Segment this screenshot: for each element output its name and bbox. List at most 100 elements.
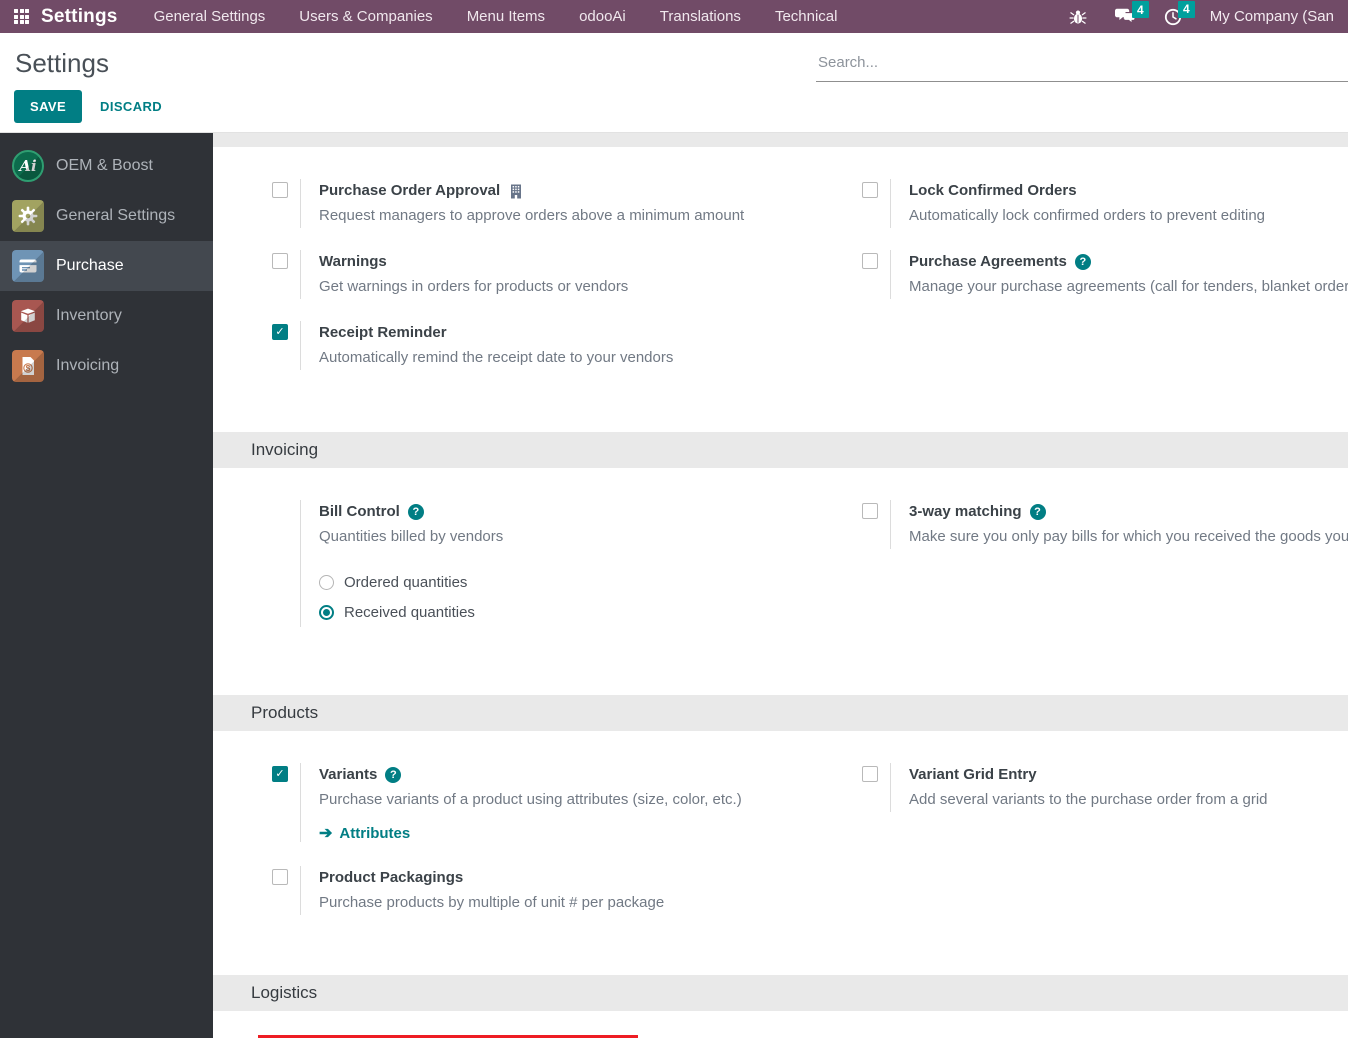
setting-description: Purchase variants of a product using att… <box>319 791 742 808</box>
sidebar-item-label: Purchase <box>56 257 124 274</box>
enterprise-building-icon <box>508 183 524 200</box>
setting-description: Make sure you only pay bills for which y… <box>909 528 1348 545</box>
sidebar-item-inventory[interactable]: Inventory <box>0 291 213 341</box>
ai-logo-icon: Ai <box>12 150 44 182</box>
apps-grid-icon[interactable] <box>14 9 29 24</box>
search-input[interactable] <box>816 46 1348 82</box>
setting-description: Add several variants to the purchase ord… <box>909 791 1268 808</box>
setting-product-packagings: ✓ Product Packagings Purchase products b… <box>213 866 850 915</box>
sidebar-item-label: General Settings <box>56 207 176 224</box>
three-way-matching-checkbox[interactable]: ✓ <box>862 503 878 519</box>
gear-icon <box>12 200 44 232</box>
control-panel: Settings SAVE DISCARD <box>0 33 1348 133</box>
sidebar-item-invoicing[interactable]: $ Invoicing <box>0 341 213 391</box>
purchase-agreements-checkbox[interactable]: ✓ <box>862 253 878 269</box>
radio-label: Received quantities <box>344 603 475 621</box>
purchase-card-icon <box>12 250 44 282</box>
setting-label: Purchase Order Approval <box>319 182 501 199</box>
setting-label: Product Packagings <box>319 869 464 886</box>
bill-control-options: Ordered quantities Received quantities <box>319 567 503 627</box>
setting-purchase-order-approval: ✓ Purchase Order Approval Request manage… <box>213 179 850 228</box>
save-button[interactable]: SAVE <box>14 90 83 123</box>
search-box <box>816 46 1348 82</box>
settings-sidebar: Ai OEM & Boost General Settings Purchase… <box>0 133 213 1038</box>
company-switcher[interactable]: My Company (San <box>1210 8 1334 25</box>
app-title[interactable]: Settings <box>41 6 118 28</box>
section-header-products: Products <box>213 695 1348 731</box>
activities-badge: 4 <box>1177 0 1195 18</box>
setting-lock-confirmed-orders: ✓ Lock Confirmed Orders Automatically lo… <box>850 179 1348 228</box>
section-products: ✓ Variants ? Purchase variants of a prod… <box>213 731 1348 975</box>
help-icon[interactable]: ? <box>1074 254 1091 270</box>
menu-odooai[interactable]: odooAi <box>579 8 626 25</box>
product-packagings-checkbox[interactable]: ✓ <box>272 869 288 885</box>
top-navbar: Settings General Settings Users & Compan… <box>0 0 1348 33</box>
arrow-right-icon: ➔ <box>319 824 333 842</box>
setting-description: Request managers to approve orders above… <box>319 207 745 224</box>
setting-description: Automatically remind the receipt date to… <box>319 349 674 366</box>
help-icon[interactable]: ? <box>407 504 424 520</box>
discard-button[interactable]: DISCARD <box>100 99 162 114</box>
setting-label: Receipt Reminder <box>319 324 447 341</box>
radio-label: Ordered quantities <box>344 573 468 591</box>
messages-badge: 4 <box>1131 1 1149 18</box>
setting-purchase-agreements: ✓ Purchase Agreements ? Manage your purc… <box>850 250 1348 299</box>
bug-icon[interactable] <box>1069 9 1087 25</box>
section-header-orders: Orders <box>213 133 1348 147</box>
setting-label: Lock Confirmed Orders <box>909 182 1077 199</box>
page-title: Settings <box>15 48 109 78</box>
section-logistics: ✓ Vendor Default Picking Incoming Done <box>213 1011 1348 1038</box>
inventory-box-icon <box>12 300 44 332</box>
menu-general-settings[interactable]: General Settings <box>154 8 266 25</box>
setting-description: Get warnings in orders for products or v… <box>319 278 629 295</box>
received-quantities-radio[interactable] <box>319 604 334 620</box>
navbar-right: 4 4 My Company (San <box>1069 0 1334 26</box>
section-header-logistics: Logistics <box>213 975 1348 1011</box>
svg-text:$: $ <box>26 363 31 373</box>
help-icon[interactable]: ? <box>385 767 402 783</box>
menu-technical[interactable]: Technical <box>775 8 838 25</box>
setting-variants: ✓ Variants ? Purchase variants of a prod… <box>213 763 850 842</box>
setting-label: 3-way matching <box>909 503 1022 520</box>
setting-description: Purchase products by multiple of unit # … <box>319 894 665 911</box>
menu-menu-items[interactable]: Menu Items <box>467 8 545 25</box>
receipt-reminder-checkbox[interactable]: ✓ <box>272 324 288 340</box>
variant-grid-entry-checkbox[interactable]: ✓ <box>862 766 878 782</box>
messages-icon[interactable]: 4 <box>1114 1 1149 25</box>
section-orders: ✓ Purchase Order Approval Request manage… <box>213 147 1348 432</box>
ordered-quantities-radio[interactable] <box>319 574 334 590</box>
setting-label: Purchase Agreements <box>909 253 1067 270</box>
setting-three-way-matching: ✓ 3-way matching ? Make sure you only pa… <box>850 500 1348 549</box>
sidebar-item-purchase[interactable]: Purchase <box>0 241 213 291</box>
sidebar-item-label: Invoicing <box>56 357 120 374</box>
setting-bill-control: Bill Control ? Quantities billed by vend… <box>213 500 850 627</box>
setting-description: Automatically lock confirmed orders to p… <box>909 207 1266 224</box>
attributes-link[interactable]: ➔ Attributes <box>319 825 742 842</box>
sidebar-item-label: OEM & Boost <box>56 157 153 174</box>
activities-clock-icon[interactable]: 4 <box>1164 0 1195 26</box>
setting-description: Manage your purchase agreements (call fo… <box>909 278 1348 295</box>
sidebar-item-oem-boost[interactable]: Ai OEM & Boost <box>0 141 213 191</box>
setting-warnings: ✓ Warnings Get warnings in orders for pr… <box>213 250 850 299</box>
setting-label: Variants <box>319 766 378 783</box>
settings-page: Settings General Settings Users & Compan… <box>0 0 1348 1038</box>
setting-description: Quantities billed by vendors <box>319 528 504 545</box>
variants-checkbox[interactable]: ✓ <box>272 766 288 782</box>
sidebar-item-general-settings[interactable]: General Settings <box>0 191 213 241</box>
settings-content: Orders ✓ Purchase Order Approval Request… <box>213 133 1348 1038</box>
top-menu: General Settings Users & Companies Menu … <box>154 8 838 25</box>
menu-translations[interactable]: Translations <box>660 8 741 25</box>
setting-label: Variant Grid Entry <box>909 766 1037 783</box>
setting-label: Bill Control <box>319 503 400 520</box>
section-invoicing: Bill Control ? Quantities billed by vend… <box>213 468 1348 695</box>
section-header-invoicing: Invoicing <box>213 432 1348 468</box>
help-icon[interactable]: ? <box>1029 504 1046 520</box>
lock-confirmed-orders-checkbox[interactable]: ✓ <box>862 182 878 198</box>
sidebar-item-label: Inventory <box>56 307 122 324</box>
warnings-checkbox[interactable]: ✓ <box>272 253 288 269</box>
purchase-order-approval-checkbox[interactable]: ✓ <box>272 182 288 198</box>
invoicing-document-icon: $ <box>12 350 44 382</box>
menu-users-companies[interactable]: Users & Companies <box>299 8 432 25</box>
setting-receipt-reminder: ✓ Receipt Reminder Automatically remind … <box>213 321 850 370</box>
setting-label: Warnings <box>319 253 387 270</box>
